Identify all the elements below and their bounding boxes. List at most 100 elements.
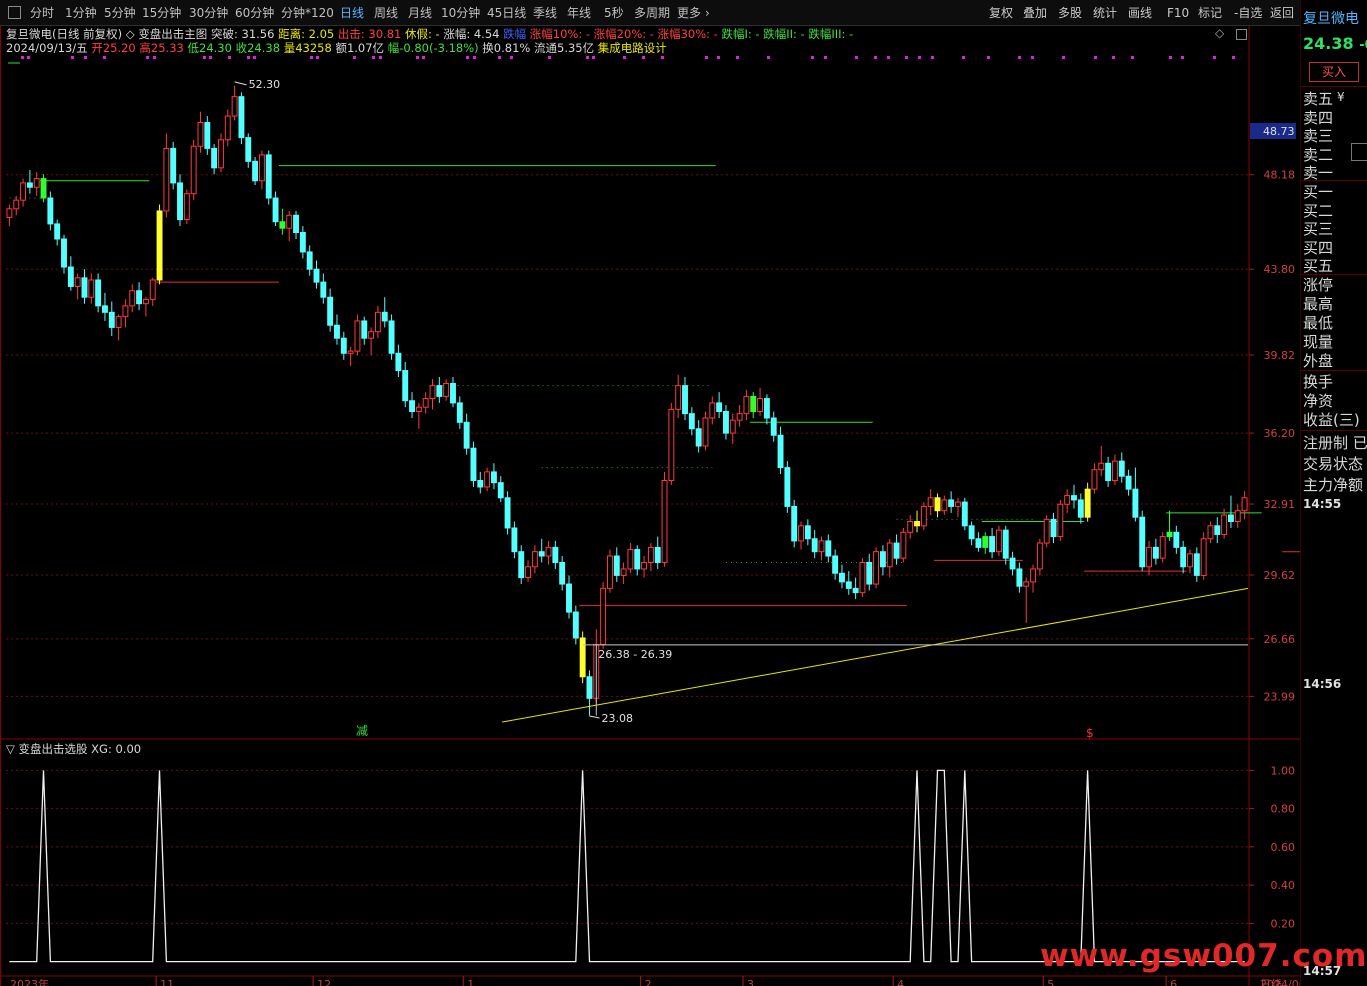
candle-40 xyxy=(279,208,286,235)
candle-body xyxy=(1152,546,1159,559)
candle-body xyxy=(1173,531,1180,548)
candle-152 xyxy=(1043,515,1050,548)
candle-body xyxy=(968,525,975,540)
candle-body xyxy=(845,581,852,589)
signal-marker-23 xyxy=(548,56,551,59)
candle-60 xyxy=(415,402,422,429)
candle-94 xyxy=(647,543,654,572)
y-tick-label-4: 32.91 xyxy=(1264,498,1296,511)
lower-indicator-name[interactable]: 变盘出击选股 xyxy=(19,742,88,756)
candle-101 xyxy=(695,420,702,453)
candle-body xyxy=(804,525,811,540)
candle-body xyxy=(429,385,436,400)
candle-body xyxy=(136,290,143,305)
candle-113 xyxy=(777,426,784,475)
high-annotation-arrow xyxy=(234,81,247,86)
x-label-0: 2023年 xyxy=(10,977,49,986)
signal-marker-2 xyxy=(71,56,74,59)
signal-marker-1 xyxy=(27,56,30,59)
candle-body xyxy=(388,320,395,354)
candle-42 xyxy=(293,210,299,239)
candle-body xyxy=(675,385,682,410)
candle-body xyxy=(149,279,156,300)
signal-marker-47 xyxy=(1112,56,1115,59)
candle-body xyxy=(606,555,613,589)
candle-body xyxy=(791,505,798,542)
signal-marker-10 xyxy=(247,56,250,59)
signal-marker-31 xyxy=(736,56,739,59)
xg-value: XG: 0.00 xyxy=(91,742,142,756)
chart-area[interactable]: 52.30 26.38 - 26.39 23.08 减 $ 1.00 0.80 0.60 0.… xyxy=(0,0,1300,986)
candle-body xyxy=(1036,542,1043,570)
low-annotation: 23.08 xyxy=(601,712,633,725)
candle-body xyxy=(668,408,675,482)
candle-35 xyxy=(245,133,252,168)
candle-body xyxy=(361,320,368,339)
signal-marker-50 xyxy=(1181,56,1184,59)
x-label-8: 6 xyxy=(1170,978,1177,986)
candle-100 xyxy=(688,407,695,436)
candle-93 xyxy=(641,556,648,578)
candle-body xyxy=(784,467,791,507)
signal-marker-8 xyxy=(209,56,212,59)
candle-body xyxy=(559,561,566,585)
candle-body xyxy=(955,501,961,507)
lower-y-tick-label-1: 0.80 xyxy=(1271,803,1296,816)
signal-marker-25 xyxy=(592,56,595,59)
order-box[interactable] xyxy=(1351,143,1367,161)
candle-body xyxy=(811,538,818,553)
candle-body xyxy=(334,324,340,339)
candle-92 xyxy=(634,545,641,576)
candle-9 xyxy=(67,256,74,291)
candle-body xyxy=(1166,531,1173,538)
candle-57 xyxy=(395,344,402,378)
candle-105 xyxy=(722,405,729,440)
candle-body xyxy=(197,122,204,147)
candle-body xyxy=(777,434,784,469)
candle-body xyxy=(490,471,497,484)
lower-y-tick-label-2: 0.60 xyxy=(1271,841,1296,854)
candle-body xyxy=(1221,514,1228,535)
candle-body xyxy=(484,471,491,488)
candle-114 xyxy=(784,461,791,513)
candle-65 xyxy=(450,377,456,408)
range-annotation: 26.38 - 26.39 xyxy=(598,648,672,661)
candle-body xyxy=(177,182,183,221)
candle-body xyxy=(907,521,914,533)
candle-body xyxy=(395,352,402,372)
dollar-marker: $ xyxy=(1086,726,1094,740)
candle-body xyxy=(327,296,334,326)
signal-marker-18 xyxy=(422,56,425,59)
stat-label-0: 涨停 xyxy=(1303,276,1334,294)
candle-body xyxy=(695,428,702,447)
candle-168 xyxy=(1152,538,1159,565)
candle-67 xyxy=(463,413,470,455)
price-tag-label: 48.73 xyxy=(1263,125,1295,138)
candle-body xyxy=(422,398,429,408)
candle-163 xyxy=(1118,452,1125,483)
candle-181 xyxy=(1241,491,1248,520)
candle-130 xyxy=(893,534,900,565)
lower-collapse-icon[interactable]: ▽ xyxy=(6,742,19,756)
candle-body xyxy=(545,546,552,557)
candle-body xyxy=(456,402,463,423)
candle-body xyxy=(231,96,238,117)
candle-body xyxy=(61,238,67,268)
buy-button[interactable]: 买入 xyxy=(1309,62,1359,82)
candle-70 xyxy=(484,467,491,492)
candle-75 xyxy=(518,545,525,585)
candle-48 xyxy=(334,314,340,345)
candle-175 xyxy=(1200,532,1207,580)
candle-81 xyxy=(559,556,566,591)
candle-body xyxy=(1091,469,1098,490)
candle-body xyxy=(989,536,996,553)
y-tick-label-2: 39.82 xyxy=(1264,349,1296,362)
candle-108 xyxy=(743,389,750,421)
candle-131 xyxy=(900,527,907,563)
candle-125 xyxy=(859,558,866,597)
candle-body xyxy=(163,147,170,212)
signal-marker-11 xyxy=(253,56,256,59)
candle-4 xyxy=(33,172,40,196)
signal-marker-13 xyxy=(316,56,319,59)
candle-97 xyxy=(668,402,675,485)
